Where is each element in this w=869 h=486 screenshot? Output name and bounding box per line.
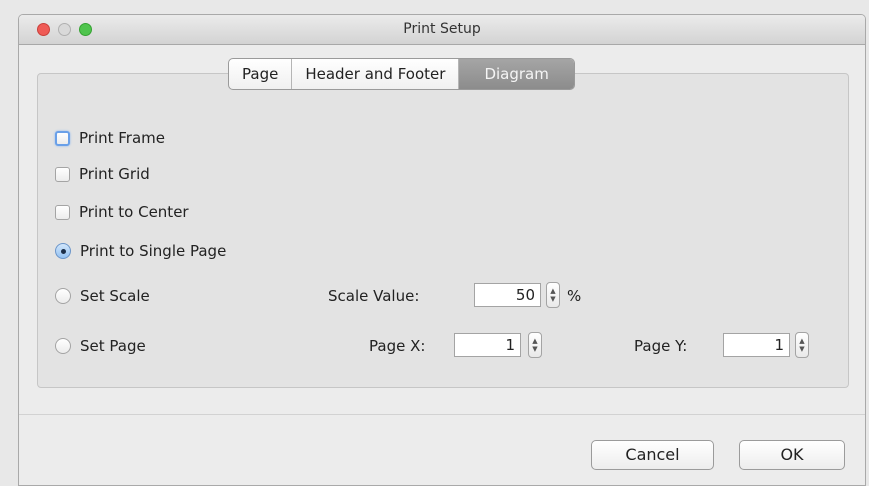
print-grid-option[interactable]: Print Grid	[55, 163, 150, 185]
print-center-option[interactable]: Print to Center	[55, 201, 189, 223]
stepper-down-icon[interactable]: ▼	[547, 295, 559, 303]
print-center-checkbox[interactable]	[55, 204, 70, 220]
set-scale-radio[interactable]	[55, 288, 71, 304]
scale-value-stepper[interactable]: ▲ ▼	[546, 282, 560, 308]
tab-header-and-footer[interactable]: Header and Footer	[292, 59, 460, 89]
page-x-stepper[interactable]: ▲ ▼	[528, 332, 542, 358]
single-page-label: Print to Single Page	[80, 242, 227, 260]
window-title: Print Setup	[403, 21, 481, 37]
page-x-input[interactable]: 1	[454, 333, 521, 357]
page-y-input[interactable]: 1	[723, 333, 790, 357]
stepper-up-icon[interactable]: ▲	[796, 337, 808, 345]
tab-page[interactable]: Page	[229, 59, 293, 89]
footer-divider	[19, 414, 865, 415]
scale-unit-label: %	[567, 287, 582, 305]
scale-value-label: Scale Value:	[328, 287, 420, 305]
stepper-down-icon[interactable]: ▼	[796, 345, 808, 353]
print-setup-window: Print Setup Page Header and Footer Diagr…	[18, 14, 866, 486]
stepper-up-icon[interactable]: ▲	[529, 337, 541, 345]
single-page-option[interactable]: Print to Single Page	[55, 240, 226, 262]
set-page-label: Set Page	[80, 337, 146, 355]
page-x-label: Page X:	[369, 337, 426, 355]
print-frame-option[interactable]: Print Frame	[55, 127, 165, 149]
print-frame-label: Print Frame	[79, 129, 166, 147]
title-bar: Print Setup	[19, 15, 865, 45]
cancel-button[interactable]: Cancel	[591, 440, 714, 470]
print-grid-label: Print Grid	[79, 165, 150, 183]
set-page-option[interactable]: Set Page	[55, 335, 146, 357]
print-frame-checkbox[interactable]	[55, 130, 70, 146]
print-grid-checkbox[interactable]	[55, 166, 70, 182]
set-scale-label: Set Scale	[80, 287, 150, 305]
stepper-up-icon[interactable]: ▲	[547, 287, 559, 295]
set-scale-option[interactable]: Set Scale	[55, 285, 150, 307]
tab-diagram[interactable]: Diagram	[459, 59, 574, 89]
single-page-radio[interactable]	[55, 243, 71, 259]
stepper-down-icon[interactable]: ▼	[529, 345, 541, 353]
scale-value-input[interactable]: 50	[474, 283, 541, 307]
page-y-stepper[interactable]: ▲ ▼	[795, 332, 809, 358]
print-center-label: Print to Center	[79, 203, 189, 221]
tab-bar: Page Header and Footer Diagram	[228, 58, 575, 90]
page-y-label: Page Y:	[634, 337, 688, 355]
set-page-radio[interactable]	[55, 338, 71, 354]
ok-button[interactable]: OK	[739, 440, 845, 470]
